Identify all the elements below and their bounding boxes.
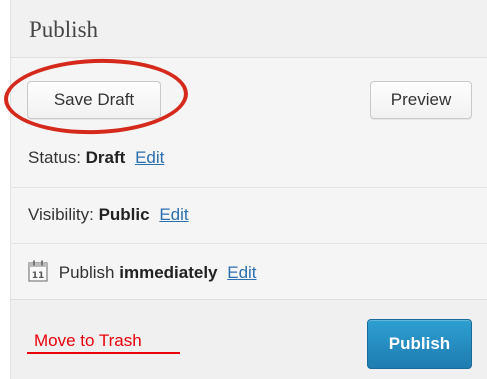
panel-header: Publish (11, 0, 487, 58)
calendar-day: 11 (32, 271, 45, 281)
divider (11, 243, 487, 244)
visibility-row: Visibility: Public Edit (28, 205, 487, 225)
status-row: Status: Draft Edit (28, 148, 487, 168)
visibility-value: Public (98, 205, 150, 224)
publish-panel: Publish Save Draft Preview Status: Draft… (2, 0, 487, 379)
trash-underline (27, 352, 180, 354)
panel-title: Publish (29, 17, 99, 42)
visibility-prefix: Visibility: (28, 205, 94, 224)
save-draft-button[interactable]: Save Draft (27, 81, 161, 119)
visibility-edit-link[interactable]: Edit (159, 205, 188, 224)
status-value: Draft (85, 148, 126, 167)
schedule-prefix: Publish (58, 263, 115, 282)
divider (11, 187, 487, 188)
move-to-trash-link[interactable]: Move to Trash (34, 331, 142, 351)
publish-button[interactable]: Publish (367, 319, 472, 369)
schedule-row: 11 Publish immediately Edit (28, 260, 487, 283)
status-edit-link[interactable]: Edit (135, 148, 164, 167)
status-prefix: Status: (28, 148, 81, 167)
calendar-icon: 11 (28, 260, 48, 282)
preview-button[interactable]: Preview (370, 81, 472, 119)
schedule-value: immediately (119, 263, 218, 282)
panel-footer: Move to Trash Publish (11, 299, 487, 379)
schedule-edit-link[interactable]: Edit (227, 263, 256, 282)
